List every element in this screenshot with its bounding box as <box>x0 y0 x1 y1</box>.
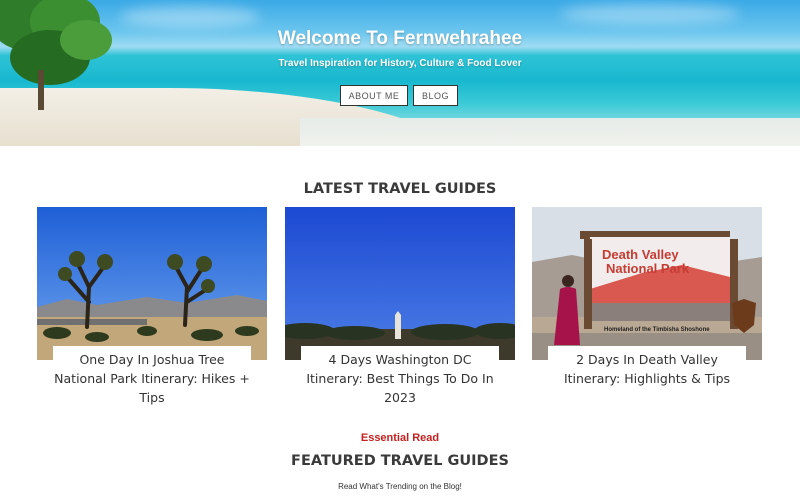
essential-read-label: Essential Read <box>360 432 440 444</box>
guide-card-death-valley[interactable]: Death Valley National Park Homeland of t… <box>532 207 762 407</box>
cloud <box>560 4 740 24</box>
guide-card-joshua-tree[interactable]: One Day In Joshua Tree National Park Iti… <box>37 207 267 407</box>
guide-card-washington-dc[interactable]: 4 Days Washington DC Itinerary: Best Thi… <box>285 207 515 407</box>
trending-tagline: Read What's Trending on the Blog! <box>338 482 462 491</box>
beach-shore <box>300 118 800 146</box>
sign-line-2: National Park <box>606 261 690 276</box>
latest-guides-heading: LATEST TRAVEL GUIDES <box>303 181 497 197</box>
sign-footer: Homeland of the Timbisha Shoshone <box>604 327 710 333</box>
joshua-tree-image[interactable] <box>37 207 267 360</box>
washington-dc-image[interactable] <box>285 207 515 360</box>
palm-tree-image <box>0 0 112 110</box>
site-title: Welcome To Fernwehrahee <box>277 28 523 49</box>
sign-line-1: Death Valley <box>602 247 679 262</box>
about-me-button[interactable]: ABOUT ME <box>340 85 408 106</box>
featured-guides-heading: FEATURED TRAVEL GUIDES <box>291 453 509 469</box>
death-valley-image[interactable]: Death Valley National Park Homeland of t… <box>532 207 762 360</box>
blog-button[interactable]: BLOG <box>413 85 458 106</box>
guide-card-title[interactable]: 2 Days In Death Valley Itinerary: Highli… <box>548 346 746 388</box>
guide-card-title[interactable]: 4 Days Washington DC Itinerary: Best Thi… <box>301 346 499 407</box>
site-subtitle: Travel Inspiration for History, Culture … <box>278 58 522 69</box>
cloud <box>120 6 260 28</box>
hero-banner: Welcome To Fernwehrahee Travel Inspirati… <box>0 0 800 146</box>
guide-card-title[interactable]: One Day In Joshua Tree National Park Iti… <box>53 346 251 407</box>
